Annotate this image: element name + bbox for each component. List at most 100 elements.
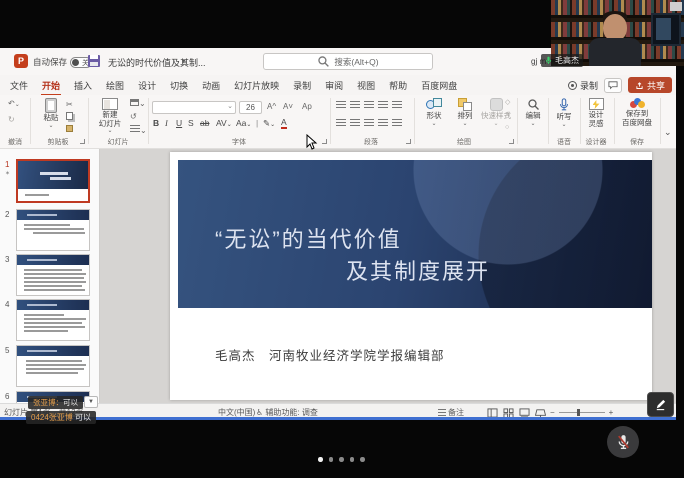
bold-button[interactable]: B [153,118,159,128]
drawing-dialog-launcher[interactable] [509,139,514,144]
design-ideas-button[interactable]: 设计 灵感 [581,98,611,128]
columns-icon[interactable] [392,119,402,127]
tab-百度网盘[interactable]: 百度网盘 [414,76,464,95]
slide-thumbnail-2[interactable] [16,209,90,251]
slide-thumbnail-5[interactable] [16,345,90,387]
page-dot[interactable] [350,457,355,462]
strikethrough-button[interactable]: ab [200,118,209,128]
powerpoint-window: P 自动保存 关 无讼的时代价值及其制... ▾ 搜索(Alt+Q) gj m … [0,48,676,418]
current-slide[interactable]: “无讼”的当代价值 及其制度展开 毛高杰 河南牧业经济学院学报编辑部 [170,152,652,400]
find-icon [527,98,540,111]
cut-button[interactable]: ✂ [66,100,73,109]
record-button[interactable]: 录制 [568,79,598,92]
indent-increase-icon[interactable] [378,101,388,109]
editing-button[interactable]: 编辑⌄ [518,98,548,126]
paste-icon [45,98,57,113]
share-button[interactable]: 共享 [628,77,672,93]
arrange-button[interactable]: 排列⌄ [450,98,480,126]
shape-outline-icon[interactable]: ✎ [505,111,511,119]
share-icon [635,81,644,90]
status-bar: 幻灯片 第1张，共12张 中文(中国) ♿ 辅助功能: 调查 备注 − + ◇ [0,403,676,418]
page-dot[interactable] [360,457,365,462]
font-size-input[interactable]: 26 [239,101,262,114]
align-right-icon[interactable] [364,119,374,127]
microphone-icon [558,98,570,112]
save-icon[interactable] [88,55,100,67]
grow-font-button[interactable]: A^ [267,102,276,111]
shrink-font-button[interactable]: A˅ [283,102,293,111]
tab-设计[interactable]: 设计 [131,76,163,95]
paste-button[interactable]: 粘贴⌄ [36,98,66,128]
format-painter-button[interactable] [66,125,73,134]
design-ideas-icon [589,98,604,110]
slide-thumbnail-3[interactable] [16,254,90,296]
title-dropdown-icon[interactable]: ▾ [182,57,186,65]
align-center-icon[interactable] [350,119,360,127]
tab-actions: 录制 共享 [568,77,672,93]
layout-button[interactable]: ⌄ [130,99,146,108]
page-dot[interactable] [329,457,334,462]
numbering-icon[interactable] [350,101,360,109]
change-case-button[interactable]: Aa⌄ [236,118,251,128]
autosave-toggle[interactable]: 自动保存 关 [33,56,92,68]
clear-format-button[interactable]: Ap [302,102,312,111]
zoom-out-button[interactable]: − [550,408,555,417]
text-shadow-button[interactable]: S [188,118,194,128]
page-dot[interactable] [339,457,344,462]
italic-button[interactable]: I [165,118,168,128]
copy-button[interactable] [66,112,73,122]
save-to-baidu-button[interactable]: 保存到 百度网盘 [618,98,656,127]
font-name-input[interactable] [152,101,236,114]
chat-text: 可以 [75,413,91,422]
tab-视图[interactable]: 视图 [350,76,382,95]
undo-button[interactable]: ↶⌄ [8,99,20,108]
shape-effects-icon[interactable]: ○ [505,124,509,131]
font-dialog-launcher[interactable] [322,139,327,144]
slide-editor[interactable]: “无讼”的当代价值 及其制度展开 毛高杰 河南牧业经济学院学报编辑部 [100,149,676,403]
annotation-pen-button[interactable] [647,392,674,417]
tab-绘图[interactable]: 绘图 [99,76,131,95]
tab-开始[interactable]: 开始 [35,76,67,95]
indent-decrease-icon[interactable] [364,101,374,109]
tab-切换[interactable]: 切换 [163,76,195,95]
underline-button[interactable]: U [176,118,182,128]
font-color-button[interactable]: A [281,118,287,129]
slide-title-line2: 及其制度展开 [346,254,490,286]
slide-thumbnail-4[interactable] [16,299,90,341]
redo-button[interactable]: ↻ [8,115,15,124]
search-input[interactable]: 搜索(Alt+Q) [263,53,433,70]
paragraph-dialog-launcher[interactable] [406,139,411,144]
comments-button[interactable] [604,78,622,93]
bullets-icon[interactable] [336,101,346,109]
tab-动画[interactable]: 动画 [195,76,227,95]
shapes-button[interactable]: 形状⌄ [419,98,449,126]
tab-录制[interactable]: 录制 [286,76,318,95]
tab-审阅[interactable]: 审阅 [318,76,350,95]
section-button[interactable]: ⌄ [130,125,147,135]
page-dot[interactable] [318,457,323,462]
shape-fill-icon[interactable]: ◇ [505,98,510,106]
justify-icon[interactable] [378,119,388,127]
char-spacing-button[interactable]: AV⌄ [216,118,232,128]
align-left-icon[interactable] [336,119,346,127]
slide-thumbnail-panel[interactable]: 1✶23456 [0,149,100,403]
chat-expand-button[interactable]: ▼ [84,396,98,408]
ribbon-collapse-icon[interactable]: ⌄ [664,127,672,138]
reset-button[interactable]: ↺ [130,112,137,121]
tab-幻灯片放映[interactable]: 幻灯片放映 [227,76,286,95]
page-dots[interactable] [318,457,365,462]
tab-帮助[interactable]: 帮助 [382,76,414,95]
new-slide-button[interactable]: 新建 幻灯片⌄ [93,98,127,133]
share-label: 共享 [647,79,665,92]
dictate-button[interactable]: 听写⌄ [549,98,579,127]
zoom-slider[interactable] [559,412,605,413]
tab-插入[interactable]: 插入 [67,76,99,95]
highlight-button[interactable]: ✎⌄ [263,118,275,129]
zoom-in-button[interactable]: + [609,408,614,417]
webcam-scene-monitor [651,13,681,46]
pen-icon [654,398,667,411]
tab-文件[interactable]: 文件 [3,76,35,95]
line-spacing-icon[interactable] [392,101,402,109]
mute-mic-button[interactable] [607,426,639,458]
slide-thumbnail-1[interactable] [16,159,90,203]
